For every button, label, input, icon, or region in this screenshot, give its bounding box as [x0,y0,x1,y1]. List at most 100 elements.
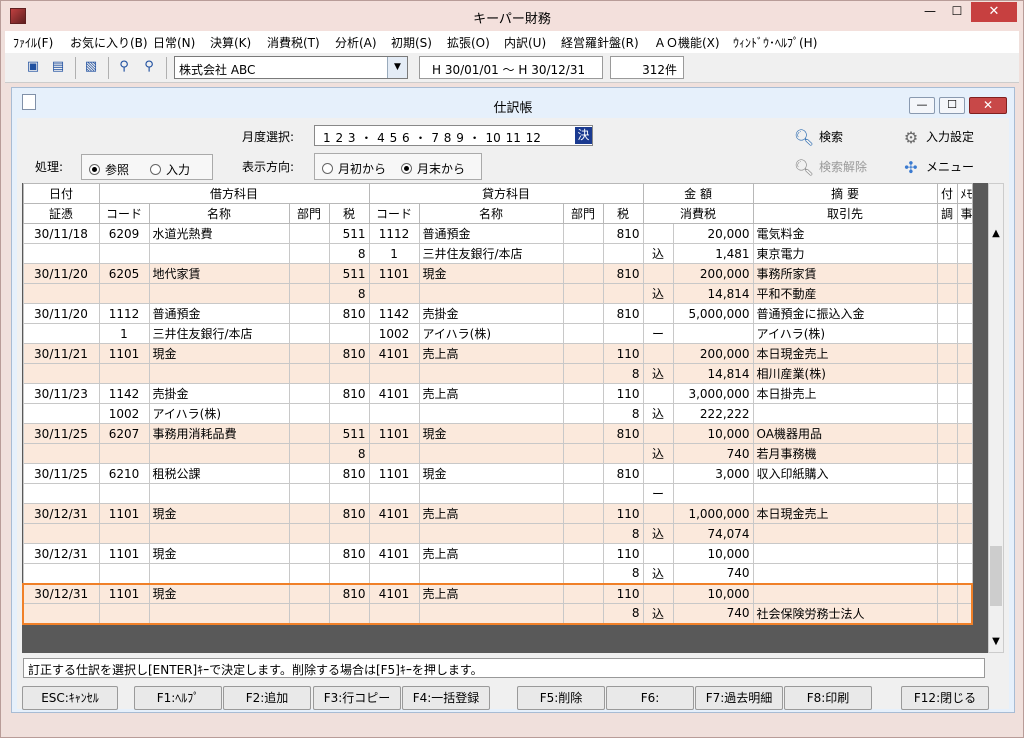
cell-debit-tax: 810 [328,503,370,524]
table-row[interactable]: 30/11/25 6210 租税公課 810 1101 現金 810 3,000 収入印紙購入 [22,463,973,484]
cell-credit-dept [562,503,604,524]
cell-debit-dept [288,503,330,524]
monitor-icon[interactable]: ▣ [23,58,43,78]
direction-end-radio[interactable]: 月末から [401,160,465,177]
cell-credit-name: 現金 [418,463,564,484]
cell-tax-mark: 込 [642,523,674,544]
search-label: 検索 [819,130,844,144]
process-input-radio[interactable]: 入力 [150,161,190,178]
scroll-down-icon[interactable]: ▼ [989,635,1003,649]
vertical-scrollbar[interactable]: ▲ ▼ [988,183,1004,653]
screen-icon[interactable]: ▧ [81,58,101,78]
month-selector[interactable]: 1 2 3 ・ 4 5 6 ・ 7 8 9 ・ 10 11 12 決 [314,125,593,146]
radio-off-icon [322,163,333,174]
month-selected[interactable]: 決 [575,127,592,144]
maximize-button[interactable]: ☐ [944,2,970,22]
f6-button[interactable]: F6: [606,686,694,710]
menu-breakdown[interactable]: 内訳(U) [504,34,546,51]
cell-summary: 普通預金に振込入金 [752,303,938,324]
header-voucher: 証憑 [22,203,100,224]
menu-compass[interactable]: 経営羅針盤(R) [561,34,639,51]
table-row[interactable]: 8 込 74,074 [22,523,973,544]
table-row[interactable]: 8 込 14,814 相川産業(株) [22,363,973,384]
menu-ao[interactable]: ＡＯ機能(X) [654,34,720,51]
process-view-radio[interactable]: 参照 [89,161,129,178]
table-row[interactable]: 30/11/21 1101 現金 810 4101 売上高 110 200,000 本日現金売上 [22,343,973,364]
table-row[interactable]: 1002 アイハラ(株) 8 込 222,222 [22,403,973,424]
table-row[interactable]: 1 三井住友銀行/本店 1002 アイハラ(株) ーアイハラ(株) [22,323,973,344]
radio-label: 入力 [166,163,191,177]
search-clear-button[interactable]: 🔍︎ 検索解除 [793,158,867,177]
cell-memo [956,503,973,524]
f1-help-button[interactable]: F1:ﾍﾙﾌﾟ [134,686,222,710]
menu-favorites[interactable]: お気に入り(B) [70,34,148,51]
cell-date [22,283,100,304]
table-row[interactable]: ー [22,483,973,504]
radio-off-icon [150,164,161,175]
cell-amount: 10,000 [672,543,754,564]
cell-credit-tax [602,443,644,464]
f7-past-details-button[interactable]: F7:過去明細 [695,686,783,710]
cell-debit-dept [288,463,330,484]
company-select[interactable]: 株式会社 ABC ▼ [174,56,408,79]
month-list[interactable]: 1 2 3 ・ 4 5 6 ・ 7 8 9 ・ 10 11 12 [323,129,541,146]
cell-debit-dept [288,403,330,424]
cell-debit-dept [288,303,330,324]
menu-consumption-tax[interactable]: 消費税(T) [267,34,320,51]
menu-window-help[interactable]: ｳｨﾝﾄﾞｳ･ﾍﾙﾌﾟ(H) [733,34,817,51]
table-row[interactable]: 30/12/31 1101 現金 810 4101 売上高 110 10,000 [22,582,974,604]
journal-maximize-button[interactable]: ☐ [939,97,965,114]
monitor-add-icon[interactable]: ▤ [48,58,68,78]
puzzle-icon: ✣ [904,158,918,177]
header-note: 事ﾒﾓ [956,203,973,224]
table-row[interactable]: 30/11/25 6207 事務用消耗品費 511 1101 現金 810 10,000 OA機… [22,423,973,444]
cell-credit-tax: 110 [602,543,644,564]
scroll-up-icon[interactable]: ▲ [989,227,1003,241]
menu-analysis[interactable]: 分析(A) [335,34,377,51]
cell-credit-name [418,403,564,424]
cell-tax-mark [642,343,674,364]
menu-button[interactable]: ✣ メニュー [900,158,974,177]
cell-debit-name [148,483,290,504]
zoom-out-icon[interactable]: ⚲ [139,58,159,78]
cell-credit-name [418,563,564,584]
table-row[interactable]: 8 1 三井住友銀行/本店 込 1,481 東京電力 [22,243,973,264]
journal-minimize-button[interactable]: — [909,97,935,114]
esc-cancel-button[interactable]: ESC:ｷｬﾝｾﾙ [22,686,118,710]
table-row[interactable]: 30/11/20 1112 普通預金 810 1142 売掛金 810 5,000,000 普通… [22,303,973,324]
f5-delete-button[interactable]: F5:削除 [517,686,605,710]
table-row[interactable]: 8 込 14,814 平和不動産 [22,283,973,304]
table-row[interactable]: 30/11/20 6205 地代家賃 511 1101 現金 810 200,000 事務所家賃 [22,263,973,284]
menu-file[interactable]: ﾌｧｲﾙ(F) [13,34,53,51]
chevron-down-icon[interactable]: ▼ [387,57,407,78]
f2-add-button[interactable]: F2:追加 [223,686,311,710]
header-debit-dept: 部門 [288,203,330,224]
scroll-thumb[interactable] [990,546,1002,606]
menu-daily[interactable]: 日常(N) [153,34,195,51]
direction-start-radio[interactable]: 月初から [322,160,386,177]
f4-bulk-register-button[interactable]: F4:一括登録 [402,686,490,710]
close-button[interactable]: ✕ [971,2,1017,22]
table-row[interactable]: 30/12/31 1101 現金 810 4101 売上高 110 1,000,000 本日現金… [22,503,973,524]
cell-amount: 14,814 [672,283,754,304]
minimize-button[interactable]: — [917,2,943,22]
zoom-in-icon[interactable]: ⚲ [114,58,134,78]
input-settings-button[interactable]: ⚙ 入力設定 [900,128,974,147]
f3-copy-row-button[interactable]: F3:行コピー [313,686,401,710]
menu-initial[interactable]: 初期(S) [391,34,432,51]
table-row[interactable]: 8 込 740 若月事務機 [22,443,973,464]
cell-credit-dept [562,543,604,564]
cell-credit-code [368,283,420,304]
table-row[interactable]: 8 込 740 [22,563,973,584]
table-row[interactable]: 8 込 740 社会保険労務士法人 [22,603,974,625]
journal-close-button[interactable]: ✕ [969,97,1007,114]
f8-print-button[interactable]: F8:印刷 [784,686,872,710]
menu-closing[interactable]: 決算(K) [210,34,251,51]
search-button[interactable]: 🔍︎ 検索 [793,128,843,147]
f12-close-button[interactable]: F12:閉じる [901,686,989,710]
table-row[interactable]: 30/12/31 1101 現金 810 4101 売上高 110 10,000 [22,543,973,564]
menu-extension[interactable]: 拡張(O) [447,34,490,51]
table-row[interactable]: 30/11/18 6209 水道光熱費 511 1112 普通預金 810 20,000 電気料… [22,223,973,244]
header-credit-tax: 税 [602,203,644,224]
table-row[interactable]: 30/11/23 1142 売掛金 810 4101 売上高 110 3,000,000 本日掛… [22,383,973,404]
